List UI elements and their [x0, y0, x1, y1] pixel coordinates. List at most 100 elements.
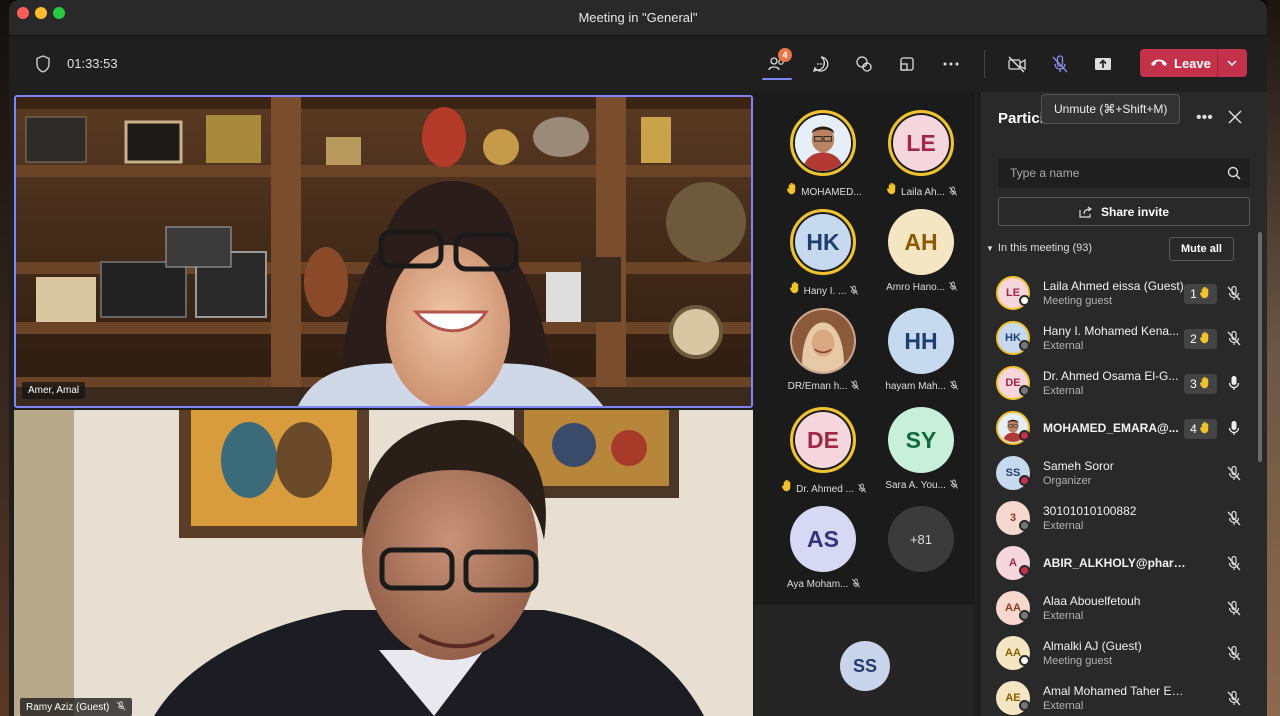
- grid-tile[interactable]: SY Sara A. You...: [872, 397, 972, 495]
- people-active-indicator: [762, 78, 792, 80]
- reactions-button[interactable]: [849, 50, 879, 78]
- panel-scrollbar[interactable]: [1258, 232, 1262, 462]
- presence-status-icon: [1019, 610, 1030, 621]
- participant-row[interactable]: AA Alaa Abouelfetouh External: [996, 587, 1252, 631]
- mic-off-icon[interactable]: [1226, 600, 1242, 616]
- people-button[interactable]: 4: [762, 48, 792, 78]
- participant-avatar: LE: [888, 110, 954, 176]
- mute-all-button[interactable]: Mute all: [1169, 237, 1234, 261]
- participant-name: ABIR_ALKHOLY@pharm.helw...: [1043, 556, 1186, 570]
- grid-tile-name: Amro Hano...: [872, 281, 972, 293]
- grid-tile-label: DR/Eman h...: [787, 381, 848, 392]
- search-icon: [1227, 166, 1241, 180]
- participant-avatar: HK: [790, 209, 856, 275]
- video-name-label: Ramy Aziz (Guest): [26, 702, 110, 713]
- share-invite-button[interactable]: Share invite: [998, 197, 1250, 226]
- grid-tile[interactable]: MOHAMED...: [774, 100, 874, 198]
- mic-off-icon[interactable]: [1226, 330, 1242, 346]
- chat-icon: [812, 56, 829, 73]
- participant-row[interactable]: HK Hany I. Mohamed Kena... External 2: [996, 317, 1252, 361]
- raised-hand-badge: 1: [1184, 284, 1217, 304]
- participant-name: Sameh Soror: [1043, 459, 1114, 473]
- mic-off-icon: [849, 285, 859, 295]
- grid-tile[interactable]: DE Dr. Ahmed ...: [774, 397, 874, 495]
- mic-off-icon: [857, 483, 867, 493]
- grid-tile-name: DR/Eman h...: [774, 380, 874, 392]
- camera-button[interactable]: [1002, 50, 1032, 78]
- participant-avatar: [790, 308, 856, 374]
- mic-off-icon[interactable]: [1226, 510, 1242, 526]
- participant-row[interactable]: SS Sameh Soror Organizer: [996, 452, 1252, 496]
- self-preview-area: SS: [754, 605, 974, 716]
- mic-off-icon[interactable]: [1226, 285, 1242, 301]
- presence-status-icon: [1019, 385, 1030, 396]
- chevron-down-icon[interactable]: [1224, 55, 1240, 71]
- mic-off-icon: [851, 578, 861, 588]
- participant-role: External: [1043, 610, 1084, 622]
- mic-off-icon[interactable]: [1226, 645, 1242, 661]
- raised-hand-icon: [786, 182, 798, 198]
- raise-order: 3: [1190, 377, 1197, 391]
- chat-button[interactable]: [806, 50, 836, 78]
- presence-status-icon: [1019, 340, 1030, 351]
- grid-tile[interactable]: +81: [872, 496, 972, 594]
- participant-row[interactable]: DE Dr. Ahmed Osama El-G... External 3: [996, 362, 1252, 406]
- share-screen-button[interactable]: [1088, 50, 1118, 78]
- grid-tile[interactable]: AS Aya Moham...: [774, 496, 874, 594]
- rooms-button[interactable]: [892, 50, 922, 78]
- participant-row[interactable]: AA Almalki AJ (Guest) Meeting guest: [996, 632, 1252, 676]
- mic-off-icon[interactable]: [1226, 555, 1242, 571]
- video-scene-room: [14, 410, 753, 716]
- grid-tile-label: Dr. Ahmed ...: [796, 484, 854, 495]
- share-tray-icon: [1095, 58, 1111, 70]
- search-input[interactable]: Type a name: [998, 158, 1250, 188]
- participant-row[interactable]: LE Laila Ahmed eissa (Guest) Meeting guest…: [996, 272, 1252, 316]
- participant-role: Organizer: [1043, 475, 1092, 487]
- grid-tile[interactable]: HK Hany I. ...: [774, 199, 874, 297]
- grid-tile[interactable]: DR/Eman h...: [774, 298, 874, 396]
- leave-button[interactable]: Leave: [1140, 49, 1247, 77]
- participant-name: Almalki AJ (Guest): [1043, 639, 1142, 653]
- close-icon[interactable]: [1228, 110, 1242, 124]
- participant-row[interactable]: AABIR_ALKHOLY@pharm.helw...: [996, 542, 1252, 586]
- mic-button[interactable]: [1045, 50, 1075, 78]
- self-avatar[interactable]: SS: [840, 641, 890, 691]
- raise-order: 2: [1190, 332, 1197, 346]
- grid-tile[interactable]: LE Laila Ah...: [872, 100, 972, 198]
- presence-status-icon: [1019, 430, 1030, 441]
- toolbar-divider: [984, 50, 985, 78]
- presence-status-icon: [1019, 565, 1030, 576]
- raised-hand-icon: [1199, 376, 1211, 392]
- mic-off-icon[interactable]: [1226, 465, 1242, 481]
- video-feed-ramy-aziz[interactable]: Ramy Aziz (Guest): [14, 410, 753, 716]
- desktop-background-right: [1267, 0, 1280, 716]
- panel-more-button[interactable]: •••: [1196, 109, 1213, 127]
- presence-status-icon: [1019, 700, 1030, 711]
- raise-order: 4: [1190, 422, 1197, 436]
- profile-photo: [795, 115, 851, 171]
- raised-hand-icon: [781, 479, 793, 495]
- participant-row[interactable]: AEAmal Mohamed Taher El-sha...External: [996, 677, 1252, 716]
- participant-row[interactable]: MOHAMED_EMARA@... 4: [996, 407, 1252, 451]
- in-meeting-header[interactable]: ▼ In this meeting (93): [986, 242, 1092, 254]
- grid-tile-label: Laila Ah...: [901, 187, 945, 198]
- mic-icon[interactable]: [1226, 420, 1242, 436]
- raised-hand-badge: 4: [1184, 419, 1217, 439]
- window-title: Meeting in "General": [578, 10, 698, 25]
- leave-divider: [1217, 49, 1218, 77]
- panel-title: Partici: [998, 110, 1044, 127]
- more-actions-button[interactable]: [936, 50, 966, 78]
- mic-off-icon: [116, 701, 126, 711]
- leave-label: Leave: [1174, 55, 1211, 71]
- meeting-toolbar: 01:33:53 4 Leave: [9, 36, 1267, 92]
- meeting-timer: 01:33:53: [67, 56, 118, 71]
- mic-icon[interactable]: [1226, 375, 1242, 391]
- grid-tile[interactable]: AH Amro Hano...: [872, 199, 972, 297]
- mic-off-icon[interactable]: [1226, 690, 1242, 706]
- grid-tile-label: Aya Moham...: [786, 579, 849, 590]
- video-feed-amer-amal[interactable]: Amer, Amal: [14, 95, 753, 408]
- participant-row[interactable]: 3 30101010100882 External: [996, 497, 1252, 541]
- grid-tile-name: hayam Mah...: [872, 380, 972, 392]
- grid-tile[interactable]: HH hayam Mah...: [872, 298, 972, 396]
- participant-role: External: [1043, 700, 1084, 712]
